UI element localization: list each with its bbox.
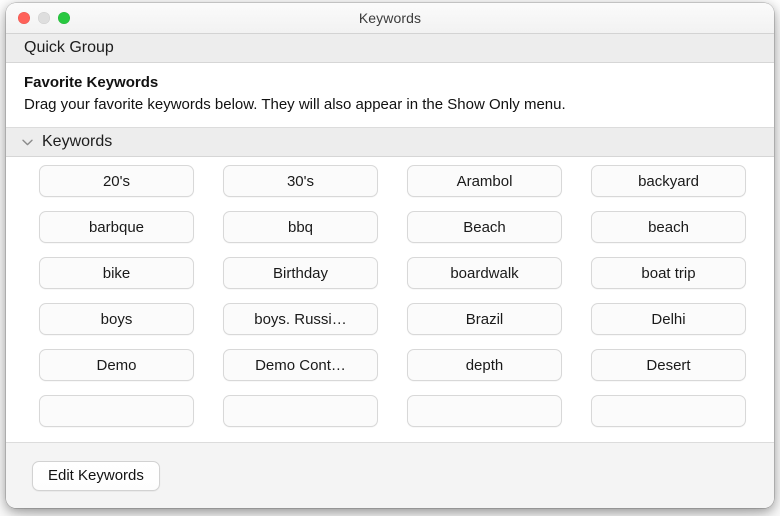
keyword-token[interactable]: bbq xyxy=(223,211,378,243)
keyword-token[interactable] xyxy=(407,395,562,427)
keyword-token[interactable]: Desert xyxy=(591,349,746,381)
chevron-down-icon[interactable] xyxy=(20,135,34,149)
keyword-token[interactable] xyxy=(223,395,378,427)
quick-group-label: Quick Group xyxy=(24,39,114,57)
keyword-token[interactable]: boat trip xyxy=(591,257,746,289)
keyword-token[interactable]: boys xyxy=(39,303,194,335)
keywords-section-header[interactable]: Keywords xyxy=(6,127,774,157)
keyword-token[interactable]: 20's xyxy=(39,165,194,197)
bottom-toolbar: Edit Keywords xyxy=(6,442,774,508)
favorite-keywords-dropzone[interactable]: Favorite Keywords Drag your favorite key… xyxy=(6,63,774,127)
keyword-token[interactable]: 30's xyxy=(223,165,378,197)
keyword-token[interactable]: boardwalk xyxy=(407,257,562,289)
keyword-token[interactable]: backyard xyxy=(591,165,746,197)
keyword-token[interactable]: beach xyxy=(591,211,746,243)
keyword-token[interactable]: Delhi xyxy=(591,303,746,335)
favorite-keywords-title: Favorite Keywords xyxy=(24,73,756,93)
keywords-section-label: Keywords xyxy=(42,133,112,151)
keywords-window: Keywords Quick Group Favorite Keywords D… xyxy=(6,3,774,508)
keyword-token[interactable]: boys. Russi… xyxy=(223,303,378,335)
keyword-token[interactable] xyxy=(591,395,746,427)
keyword-token[interactable] xyxy=(39,395,194,427)
favorite-keywords-description: Drag your favorite keywords below. They … xyxy=(24,94,724,115)
window-titlebar: Keywords xyxy=(6,3,774,34)
keyword-token[interactable]: bike xyxy=(39,257,194,289)
keyword-token[interactable]: depth xyxy=(407,349,562,381)
keyword-token[interactable]: barbque xyxy=(39,211,194,243)
keyword-token[interactable]: Demo Cont… xyxy=(223,349,378,381)
keyword-token[interactable]: Beach xyxy=(407,211,562,243)
keyword-token[interactable]: Demo xyxy=(39,349,194,381)
keyword-token[interactable]: Birthday xyxy=(223,257,378,289)
keyword-token[interactable]: Brazil xyxy=(407,303,562,335)
keywords-scroll-area[interactable]: 20's 30's Arambol backyard barbque bbq B… xyxy=(6,157,774,442)
edit-keywords-button[interactable]: Edit Keywords xyxy=(32,461,160,491)
keyword-token-grid: 20's 30's Arambol backyard barbque bbq B… xyxy=(6,157,774,427)
quick-group-bar[interactable]: Quick Group xyxy=(6,34,774,63)
keyword-token[interactable]: Arambol xyxy=(407,165,562,197)
window-title: Keywords xyxy=(6,3,774,33)
